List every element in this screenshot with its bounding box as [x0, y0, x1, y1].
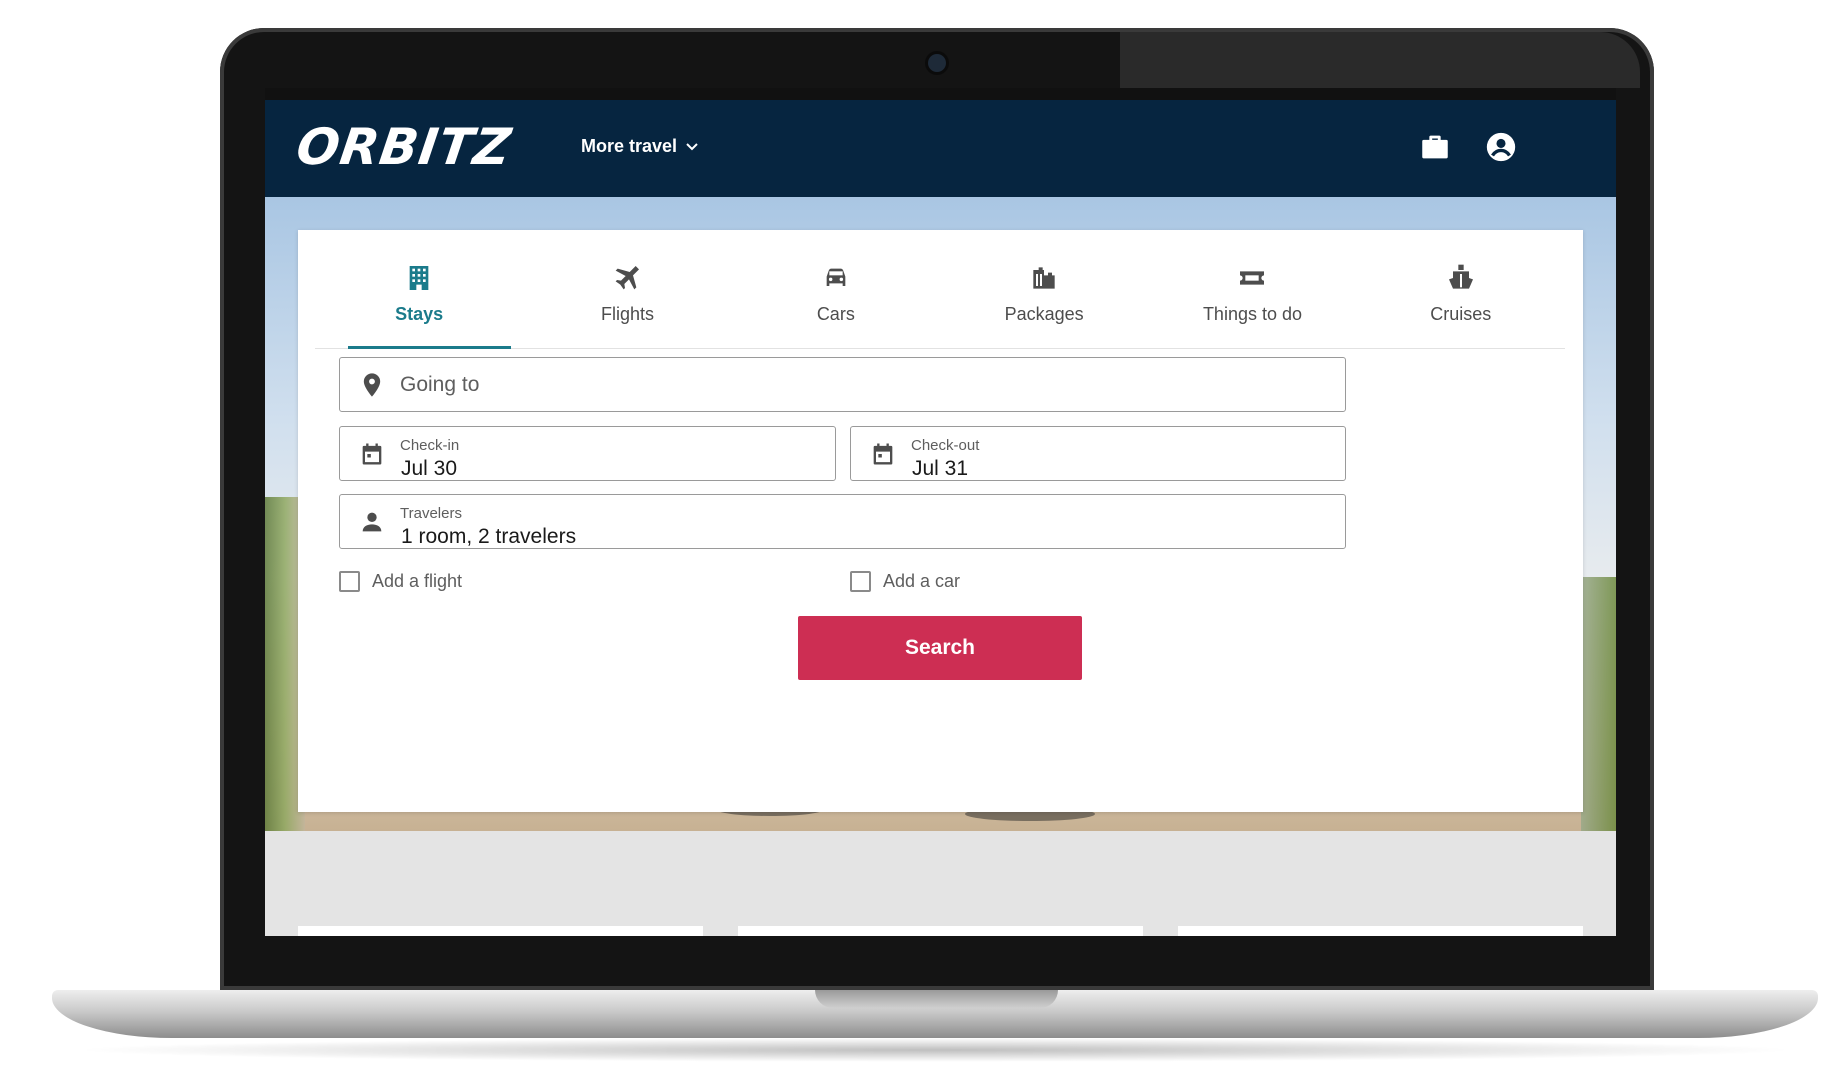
search-button[interactable]: Search: [798, 616, 1082, 680]
check-in-value: Jul 30: [401, 457, 458, 480]
add-car-checkbox[interactable]: [850, 571, 871, 592]
check-out-label: Check-out: [911, 437, 980, 454]
airplane-icon: [616, 266, 640, 290]
search-card: Stays Flights Cars Packages Things to do…: [298, 230, 1583, 812]
luggage-icon: [1033, 267, 1055, 289]
screen-bezel-top: [265, 88, 1616, 100]
orbitz-logo[interactable]: ORBITZ: [293, 118, 515, 176]
tab-label: Things to do: [1202, 304, 1302, 324]
tab-label: Flights: [600, 304, 654, 324]
add-car-option[interactable]: Add a car: [850, 571, 960, 592]
content-card: [1178, 926, 1583, 936]
add-flight-label: Add a flight: [372, 571, 463, 591]
tab-things-to-do[interactable]: Things to do: [1148, 230, 1356, 348]
add-flight-checkbox[interactable]: [339, 571, 360, 592]
person-icon: [362, 512, 382, 531]
tab-cars[interactable]: Cars: [732, 230, 940, 348]
travelers-value: 1 room, 2 travelers: [401, 525, 577, 548]
map-pin-icon: [363, 372, 381, 397]
ship-icon: [1448, 264, 1473, 289]
lower-section: [265, 831, 1616, 936]
check-out-field[interactable]: Check-out Jul 31: [850, 426, 1346, 481]
laptop-shadow: [70, 1038, 1800, 1062]
car-icon: [826, 268, 846, 286]
site-header: ORBITZ More travel: [265, 100, 1616, 197]
tab-cruises[interactable]: Cruises: [1357, 230, 1565, 348]
tab-flights[interactable]: Flights: [523, 230, 731, 348]
lid-reflection: [1120, 32, 1640, 88]
calendar-icon: [362, 443, 382, 464]
check-in-field[interactable]: Check-in Jul 30: [339, 426, 836, 481]
content-card: [298, 926, 703, 936]
tab-label: Cars: [816, 304, 855, 324]
tab-label: Packages: [1004, 304, 1084, 324]
hotel-building-icon: [409, 266, 429, 290]
chevron-down-icon: [686, 142, 698, 150]
account-icon[interactable]: [1484, 130, 1518, 164]
search-tabs: Stays Flights Cars Packages Things to do…: [315, 230, 1565, 349]
tab-label: Stays: [395, 304, 444, 324]
tab-label: Cruises: [1430, 304, 1492, 324]
more-travel-menu[interactable]: More travel: [581, 136, 699, 157]
tab-stays[interactable]: Stays: [315, 230, 523, 349]
destination-placeholder: Going to: [400, 372, 480, 396]
add-car-label: Add a car: [883, 571, 961, 591]
ticket-icon: [1240, 271, 1265, 285]
briefcase-icon[interactable]: [1418, 130, 1452, 164]
add-flight-option[interactable]: Add a flight: [339, 571, 462, 592]
travelers-field[interactable]: Travelers 1 room, 2 travelers: [339, 494, 1346, 549]
tab-packages[interactable]: Packages: [940, 230, 1148, 348]
travelers-label: Travelers: [400, 505, 462, 522]
content-card: [738, 926, 1143, 936]
check-in-label: Check-in: [400, 437, 460, 454]
laptop-screen: ORBITZ More travel Stays Flights Cars Pa…: [265, 88, 1616, 936]
destination-field[interactable]: Going to: [339, 357, 1346, 412]
laptop-base-notch: [815, 990, 1058, 1008]
webcam: [928, 54, 946, 72]
more-travel-label: More travel: [581, 136, 678, 156]
check-out-value: Jul 31: [912, 457, 969, 480]
calendar-icon: [873, 443, 893, 464]
